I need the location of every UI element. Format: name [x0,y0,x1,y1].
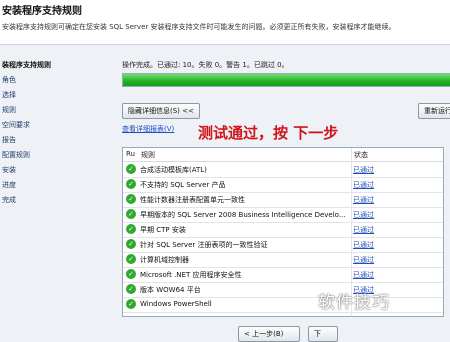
col-rule-header: 规则 [141,151,155,159]
rule-name: 早期版本的 SQL Server 2008 Business Intellige… [140,211,346,219]
check-icon: ✓ [126,284,136,294]
rule-name: Microsoft .NET 应用程序安全性 [140,271,242,279]
status-link[interactable]: 已通过 [353,165,374,175]
sidebar-item-selection[interactable]: 选择 [2,90,16,100]
rule-name: 早期 CTP 安装 [140,226,186,234]
col-status-header: 状态 [354,151,368,159]
rules-table: Ru 规则 状态 ✓ 合成活动模板库(ATL) 已通过 ✓ 不支持的 SQL S… [122,147,444,317]
rule-name: 针对 SQL Server 注册表项的一致性验证 [140,241,268,249]
sidebar: 装程序支持规则 角色 选择 规则 空间要求 报告 配置规则 安装 进度 完成 [0,52,112,341]
sidebar-item-report[interactable]: 报告 [2,135,16,145]
table-row[interactable]: ✓ 不支持的 SQL Server 产品 已通过 [123,177,443,193]
table-row[interactable]: ✓ Microsoft .NET 应用程序安全性 已通过 [123,267,443,283]
watermark: 软件技巧 [318,293,390,313]
view-report-link[interactable]: 查看详细报表(V) [122,124,174,134]
sidebar-item-disk-space[interactable]: 空间要求 [2,120,30,130]
sidebar-item-complete[interactable]: 完成 [2,195,16,205]
operation-status: 操作完成。已通过: 10。失败 0。警告 1。已跳过 0。 [122,61,289,69]
sidebar-item-role[interactable]: 角色 [2,75,16,85]
sidebar-item-rules[interactable]: 规则 [2,105,16,115]
status-link[interactable]: 已通过 [353,255,374,265]
wizard-footer: < 上一步(B) 下 [118,326,450,342]
check-icon: ✓ [126,224,136,234]
table-row[interactable]: ✓ 早期 CTP 安装 已通过 [123,222,443,238]
back-button[interactable]: < 上一步(B) [238,326,300,342]
check-icon: ✓ [126,269,136,279]
status-link[interactable]: 已通过 [353,210,374,220]
check-icon: ✓ [126,254,136,264]
status-link[interactable]: 已通过 [353,180,374,190]
rule-name: 合成活动模板库(ATL) [140,166,207,174]
status-link[interactable]: 已通过 [353,195,374,205]
check-icon: ✓ [126,164,136,174]
next-button[interactable]: 下 [308,326,338,342]
check-icon: ✓ [126,299,136,309]
status-link[interactable]: 已通过 [353,240,374,250]
rule-name: 计算机域控制器 [140,256,189,264]
page-header: 安装程序支持规则 安装程序支持规则可确定在您安装 SQL Server 安装程序… [0,0,450,45]
table-row[interactable]: ✓ 早期版本的 SQL Server 2008 Business Intelli… [123,207,443,223]
table-row[interactable]: ✓ 版本 WOW64 平台 已通过 [123,282,443,298]
progress-fill [123,74,450,86]
table-row[interactable]: ✓ Windows PowerShell [123,297,443,313]
sidebar-item-progress[interactable]: 进度 [2,180,16,190]
status-link[interactable]: 已通过 [353,270,374,280]
table-row[interactable]: ✓ 计算机域控制器 已通过 [123,252,443,268]
rule-name: 不支持的 SQL Server 产品 [140,181,226,189]
progress-bar [122,73,450,87]
status-link[interactable]: 已通过 [353,225,374,235]
annotation-text: 测试通过，按 下一步 [198,124,339,142]
page-description: 安装程序支持规则可确定在您安装 SQL Server 安装程序支持文件时可能发生… [2,23,396,31]
sidebar-item-config-rules[interactable]: 配置规则 [2,150,30,160]
page-title: 安装程序支持规则 [2,6,82,17]
check-icon: ✓ [126,239,136,249]
table-row[interactable]: ✓ 针对 SQL Server 注册表项的一致性验证 已通过 [123,237,443,253]
rerun-button[interactable]: 重新运行 [418,103,450,119]
check-icon: ✓ [126,209,136,219]
check-icon: ✓ [126,179,136,189]
check-icon: ✓ [126,194,136,204]
sidebar-item-support-rules[interactable]: 装程序支持规则 [2,60,51,70]
table-row[interactable]: ✓ 合成活动模板库(ATL) 已通过 [123,162,443,178]
table-header: Ru 规则 状态 [123,148,443,162]
table-row[interactable]: ✓ 性能计数器注册表配置单元一致性 已通过 [123,192,443,208]
col-number-header: Ru [126,150,135,158]
hide-details-button[interactable]: 隐藏详细信息(S) << [122,103,200,119]
sidebar-item-install[interactable]: 安装 [2,165,16,175]
rule-name: 性能计数器注册表配置单元一致性 [140,196,245,204]
